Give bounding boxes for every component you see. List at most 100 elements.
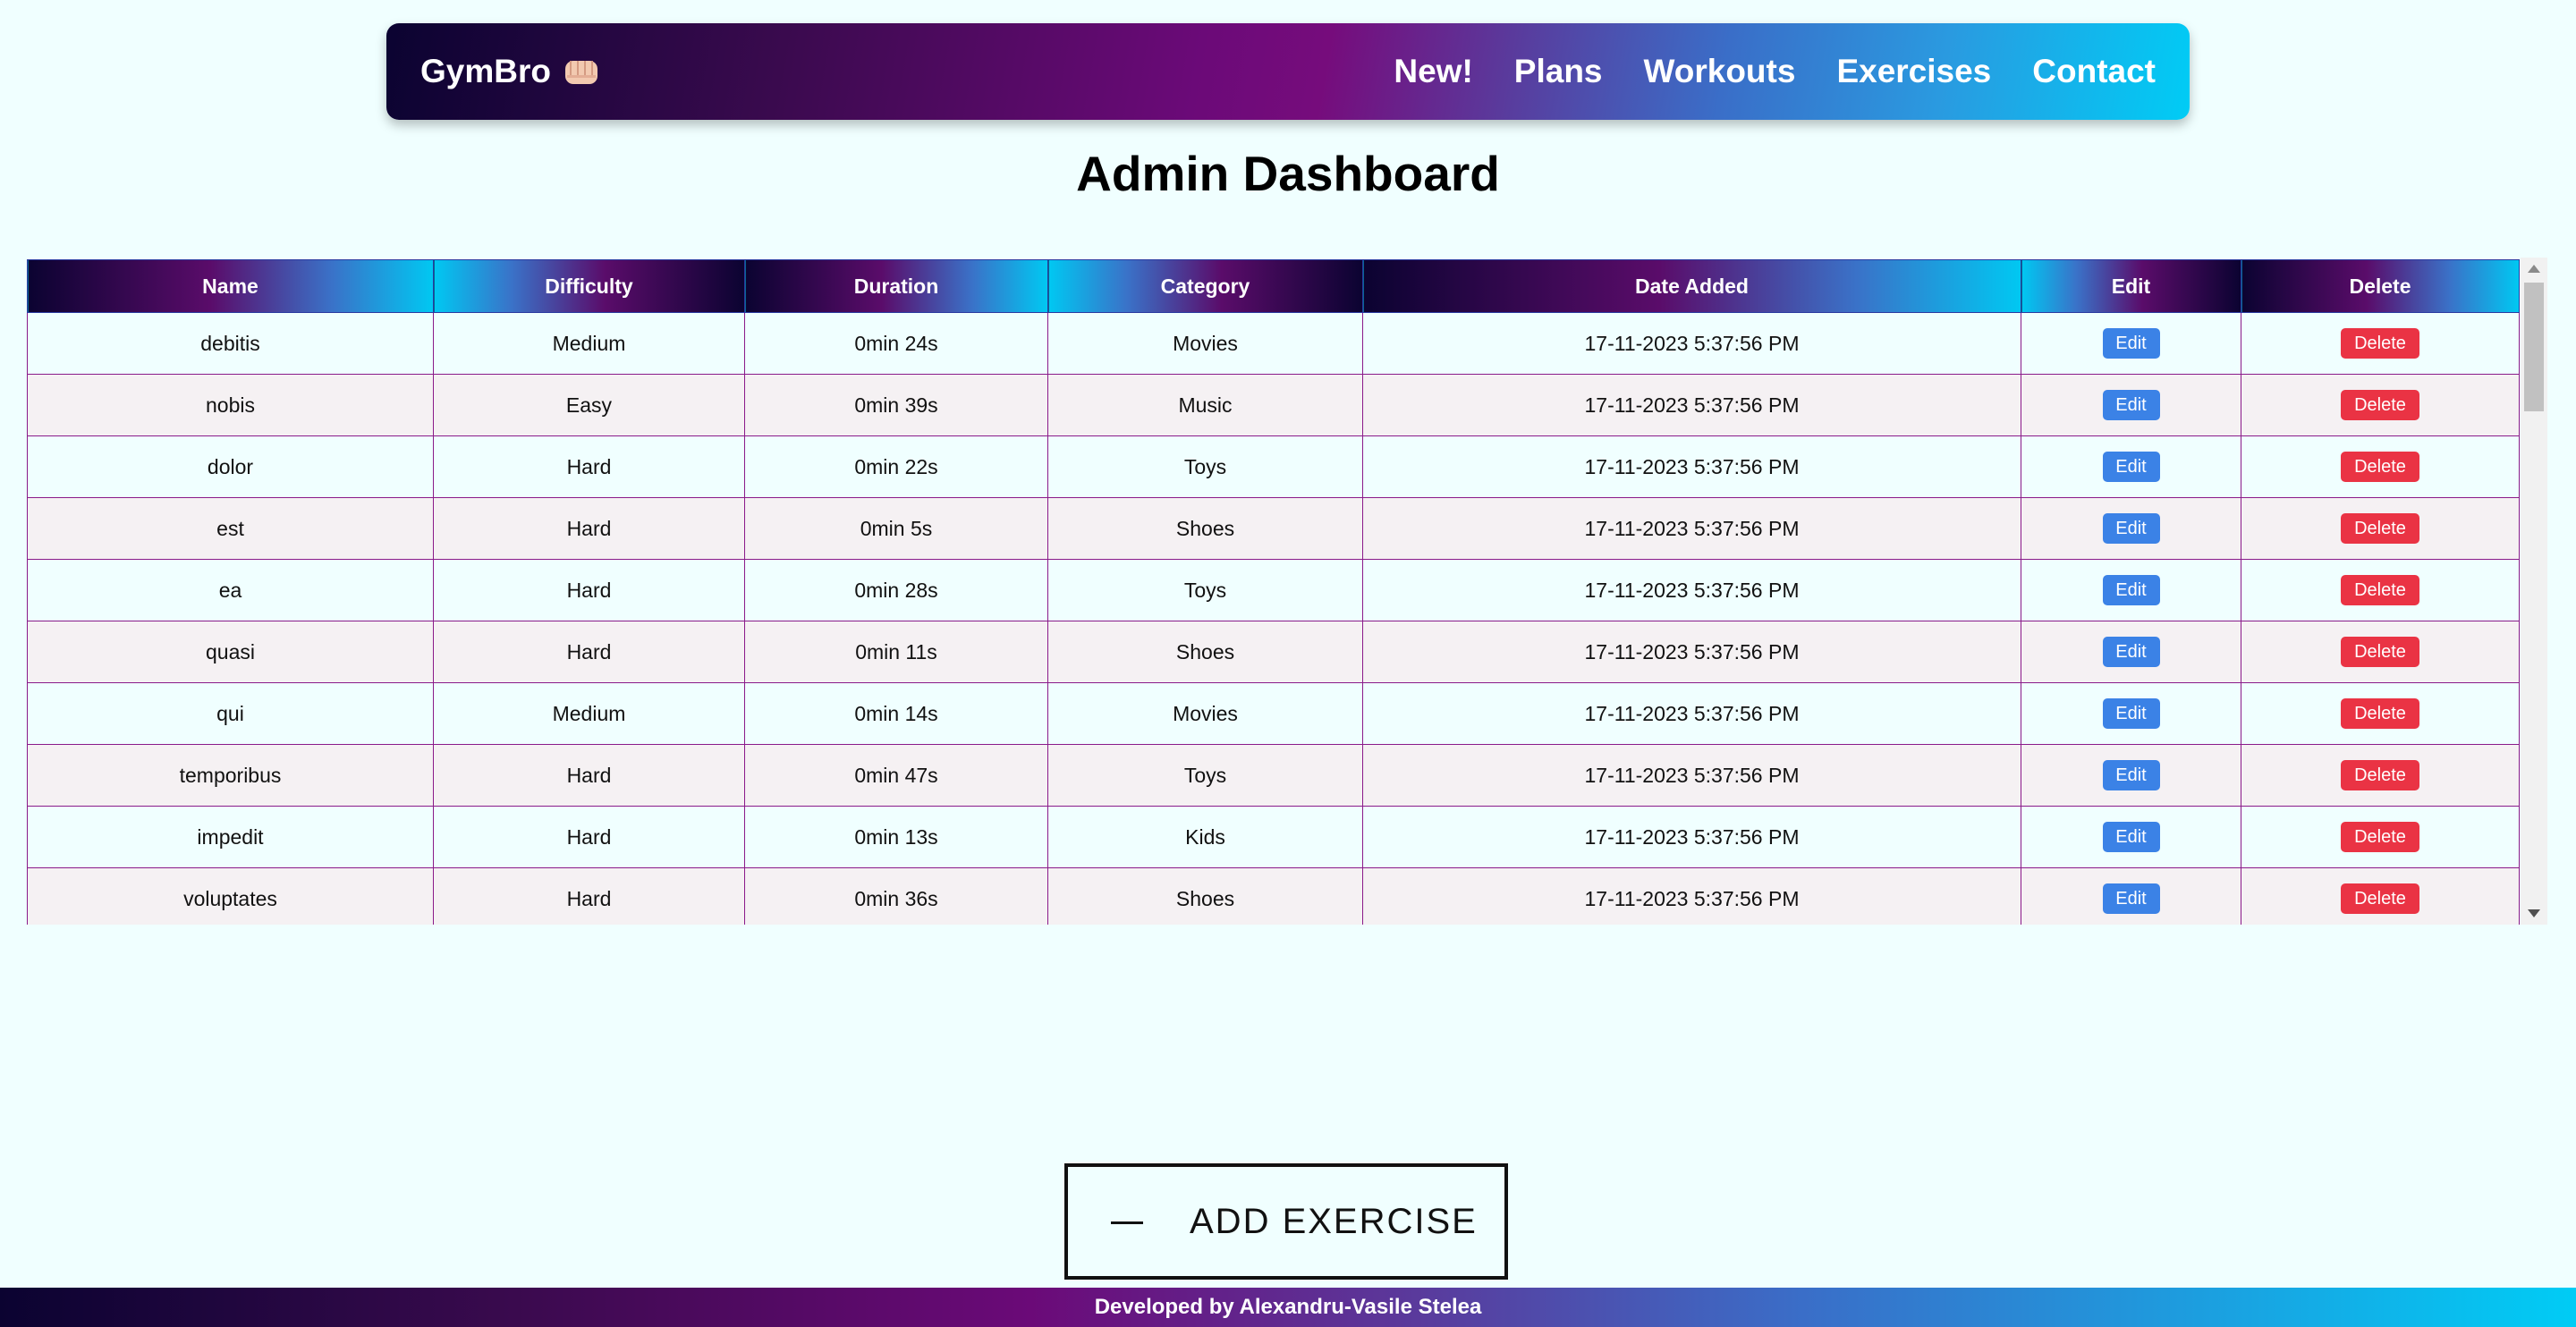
scroll-down-arrow-icon[interactable] <box>2528 909 2540 917</box>
table-row: impedit Hard 0min 13s Kids 17-11-2023 5:37:5… <box>27 806 2520 868</box>
edit-button[interactable]: Edit <box>2102 637 2160 667</box>
nav-link-workouts[interactable]: Workouts <box>1644 53 1796 90</box>
cell-date-added: 17-11-2023 5:37:56 PM <box>1362 744 2021 807</box>
delete-button[interactable]: Delete <box>2341 637 2419 667</box>
delete-button[interactable]: Delete <box>2341 328 2419 359</box>
cell-edit: Edit <box>2021 682 2241 745</box>
cell-edit: Edit <box>2021 374 2241 436</box>
cell-date-added: 17-11-2023 5:37:56 PM <box>1362 435 2021 498</box>
edit-button[interactable]: Edit <box>2102 575 2160 605</box>
cell-category: Shoes <box>1047 497 1363 560</box>
table-row: ea Hard 0min 28s Toys 17-11-2023 5:37:56 PM E… <box>27 559 2520 621</box>
cell-name: dolor <box>27 435 434 498</box>
table-row: quasi Hard 0min 11s Shoes 17-11-2023 5:37:56… <box>27 621 2520 683</box>
table-row: est Hard 0min 5s Shoes 17-11-2023 5:37:56 PM… <box>27 497 2520 560</box>
cell-difficulty: Easy <box>433 374 745 436</box>
edit-button[interactable]: Edit <box>2102 883 2160 914</box>
add-exercise-label: ADD EXERCISE <box>1190 1202 1478 1241</box>
cell-category: Kids <box>1047 806 1363 868</box>
scrollbar-thumb[interactable] <box>2524 283 2544 411</box>
delete-button[interactable]: Delete <box>2341 390 2419 420</box>
cell-category: Toys <box>1047 559 1363 621</box>
cell-difficulty: Hard <box>433 806 745 868</box>
cell-category: Shoes <box>1047 867 1363 925</box>
cell-difficulty: Hard <box>433 621 745 683</box>
cell-edit: Edit <box>2021 806 2241 868</box>
delete-button[interactable]: Delete <box>2341 760 2419 790</box>
nav-links: New! Plans Workouts Exercises Contact <box>1394 23 2156 120</box>
cell-edit: Edit <box>2021 497 2241 560</box>
cell-difficulty: Hard <box>433 867 745 925</box>
cell-name: ea <box>27 559 434 621</box>
cell-edit: Edit <box>2021 621 2241 683</box>
table-row: temporibus Hard 0min 47s Toys 17-11-2023 5:3… <box>27 744 2520 807</box>
nav-link-plans[interactable]: Plans <box>1514 53 1603 90</box>
cell-name: temporibus <box>27 744 434 807</box>
cell-category: Movies <box>1047 682 1363 745</box>
cell-duration: 0min 36s <box>744 867 1048 925</box>
cell-date-added: 17-11-2023 5:37:56 PM <box>1362 806 2021 868</box>
edit-button[interactable]: Edit <box>2102 328 2160 359</box>
delete-button[interactable]: Delete <box>2341 513 2419 544</box>
nav-link-exercises[interactable]: Exercises <box>1836 53 1991 90</box>
edit-button[interactable]: Edit <box>2102 513 2160 544</box>
cell-delete: Delete <box>2241 497 2520 560</box>
cell-delete: Delete <box>2241 867 2520 925</box>
table-row: dolor Hard 0min 22s Toys 17-11-2023 5:37:56 … <box>27 435 2520 498</box>
column-header-delete: Delete <box>2241 259 2520 313</box>
cell-category: Shoes <box>1047 621 1363 683</box>
column-header-category: Category <box>1047 259 1363 313</box>
add-exercise-button[interactable]: ADD EXERCISE <box>1064 1163 1508 1280</box>
scroll-up-arrow-icon[interactable] <box>2528 265 2540 273</box>
cell-category: Toys <box>1047 744 1363 807</box>
nav-link-new[interactable]: New! <box>1394 53 1472 90</box>
footer-credit: Developed by Alexandru-Vasile Stelea <box>1094 1295 1482 1319</box>
delete-button[interactable]: Delete <box>2341 575 2419 605</box>
cell-category: Toys <box>1047 435 1363 498</box>
cell-date-added: 17-11-2023 5:37:56 PM <box>1362 682 2021 745</box>
nav-link-contact[interactable]: Contact <box>2032 53 2156 90</box>
column-header-difficulty: Difficulty <box>433 259 745 313</box>
cell-duration: 0min 28s <box>744 559 1048 621</box>
cell-delete: Delete <box>2241 744 2520 807</box>
cell-delete: Delete <box>2241 621 2520 683</box>
cell-duration: 0min 13s <box>744 806 1048 868</box>
cell-name: impedit <box>27 806 434 868</box>
cell-date-added: 17-11-2023 5:37:56 PM <box>1362 374 2021 436</box>
cell-category: Music <box>1047 374 1363 436</box>
cell-delete: Delete <box>2241 559 2520 621</box>
table-header-row: Name Difficulty Duration Category Date A… <box>27 259 2520 313</box>
cell-date-added: 17-11-2023 5:37:56 PM <box>1362 497 2021 560</box>
cell-difficulty: Medium <box>433 682 745 745</box>
cell-difficulty: Medium <box>433 312 745 375</box>
table-body: debitis Medium 0min 24s Movies 17-11-2023 5:… <box>27 312 2520 925</box>
table-scrollbar[interactable] <box>2521 258 2547 925</box>
delete-button[interactable]: Delete <box>2341 698 2419 729</box>
page-title: Admin Dashboard <box>1076 146 1500 201</box>
cell-edit: Edit <box>2021 435 2241 498</box>
edit-button[interactable]: Edit <box>2102 760 2160 790</box>
footer: Developed by Alexandru-Vasile Stelea <box>0 1288 2576 1327</box>
brand[interactable]: GymBro <box>420 23 599 120</box>
delete-button[interactable]: Delete <box>2341 883 2419 914</box>
cell-duration: 0min 14s <box>744 682 1048 745</box>
cell-name: qui <box>27 682 434 745</box>
table-row: qui Medium 0min 14s Movies 17-11-2023 5:37:5… <box>27 682 2520 745</box>
table-scroll-container[interactable]: Name Difficulty Duration Category Date A… <box>27 258 2547 925</box>
edit-button[interactable]: Edit <box>2102 390 2160 420</box>
edit-button[interactable]: Edit <box>2102 822 2160 852</box>
delete-button[interactable]: Delete <box>2341 452 2419 482</box>
cell-duration: 0min 47s <box>744 744 1048 807</box>
cell-difficulty: Hard <box>433 559 745 621</box>
cell-duration: 0min 39s <box>744 374 1048 436</box>
cell-duration: 0min 11s <box>744 621 1048 683</box>
delete-button[interactable]: Delete <box>2341 822 2419 852</box>
cell-date-added: 17-11-2023 5:37:56 PM <box>1362 312 2021 375</box>
exercises-table: Name Difficulty Duration Category Date A… <box>27 259 2520 925</box>
column-header-edit: Edit <box>2021 259 2241 313</box>
cell-name: nobis <box>27 374 434 436</box>
edit-button[interactable]: Edit <box>2102 452 2160 482</box>
cell-delete: Delete <box>2241 374 2520 436</box>
edit-button[interactable]: Edit <box>2102 698 2160 729</box>
cell-delete: Delete <box>2241 312 2520 375</box>
